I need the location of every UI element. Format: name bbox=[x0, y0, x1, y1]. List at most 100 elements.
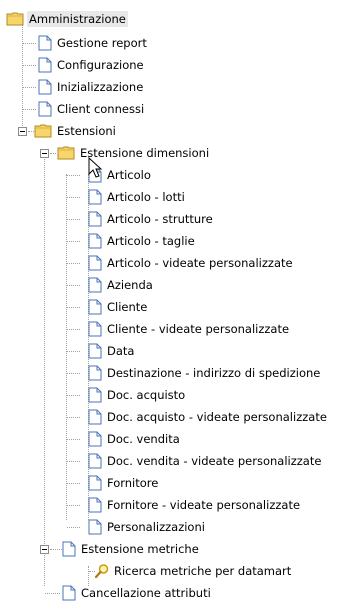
document-icon bbox=[88, 189, 102, 208]
tree-node-label: Cancellazione attributi bbox=[81, 586, 211, 600]
tree-node-label: Articolo - strutture bbox=[107, 212, 213, 226]
tree-node-label: Estensione metriche bbox=[81, 542, 199, 556]
tree-line bbox=[50, 153, 56, 154]
tree-node-label: Ricerca metriche per datamart bbox=[114, 564, 292, 578]
document-icon bbox=[88, 233, 102, 252]
tree-node-articolo-strutture[interactable]: Articolo - strutture bbox=[0, 208, 337, 230]
tree-line bbox=[23, 43, 36, 44]
document-icon bbox=[38, 35, 52, 54]
tree-node-estensioni[interactable]: Estensioni bbox=[0, 120, 337, 142]
document-icon bbox=[88, 255, 102, 274]
tree-node-cliente-videate-personalizzate[interactable]: Cliente - videate personalizzate bbox=[0, 318, 337, 340]
document-icon bbox=[88, 365, 102, 384]
document-icon bbox=[88, 211, 102, 230]
tree-node-gestione-report[interactable]: Gestione report bbox=[0, 32, 337, 54]
tree-node-label: Doc. vendita bbox=[107, 432, 180, 446]
document-icon bbox=[88, 497, 102, 516]
tree-node-label: Azienda bbox=[107, 278, 153, 292]
tree-node-label: Cliente bbox=[107, 300, 148, 314]
tree-node-fornitore-videate[interactable]: Fornitore - videate personalizzate bbox=[0, 494, 337, 516]
tree-line bbox=[67, 417, 80, 418]
document-icon bbox=[62, 585, 76, 604]
tree-line bbox=[50, 549, 62, 550]
tree-node-personalizzazioni[interactable]: Personalizzazioni bbox=[0, 516, 337, 538]
mouse-cursor-icon bbox=[88, 156, 103, 182]
tree-node-ricerca-metriche[interactable]: Ricerca metriche per datamart bbox=[0, 560, 337, 582]
tree-node-azienda[interactable]: Azienda bbox=[0, 274, 337, 296]
tree-node-configurazione[interactable]: Configurazione bbox=[0, 54, 337, 76]
tree-node-estensione-dimensioni[interactable]: Estensione dimensioni bbox=[0, 142, 337, 164]
tree-node-cancellazione-attributi[interactable]: Cancellazione attributi bbox=[0, 582, 337, 604]
document-icon bbox=[88, 321, 102, 340]
tree-line bbox=[67, 307, 80, 308]
tree-line bbox=[67, 505, 80, 506]
tree-node-label: Articolo bbox=[107, 168, 151, 182]
document-icon bbox=[88, 453, 102, 472]
tree-node-label: Destinazione - indirizzo di spedizione bbox=[107, 366, 321, 380]
document-icon bbox=[62, 541, 76, 560]
folder-icon bbox=[57, 145, 75, 163]
document-icon bbox=[88, 387, 102, 406]
document-icon bbox=[88, 519, 102, 538]
tree-node-articolo[interactable]: Articolo bbox=[0, 164, 337, 186]
document-icon bbox=[88, 431, 102, 450]
tree-node-label: Configurazione bbox=[57, 58, 144, 72]
tree-node-cliente[interactable]: Cliente bbox=[0, 296, 337, 318]
tree-line bbox=[67, 329, 80, 330]
tree-line bbox=[67, 197, 80, 198]
tree-node-label: Doc. acquisto - videate personalizzate bbox=[107, 410, 327, 424]
tree-node-destinazione[interactable]: Destinazione - indirizzo di spedizione bbox=[0, 362, 337, 384]
tree-line bbox=[67, 175, 80, 176]
tree-line bbox=[67, 263, 80, 264]
folder-icon bbox=[6, 11, 24, 29]
tree-node-articolo-taglie[interactable]: Articolo - taglie bbox=[0, 230, 337, 252]
tree-node-inizializzazione[interactable]: Inizializzazione bbox=[0, 76, 337, 98]
tree-node-client-connessi[interactable]: Client connessi bbox=[0, 98, 337, 120]
collapse-toggle-icon[interactable] bbox=[40, 545, 49, 554]
tree-node-label: Personalizzazioni bbox=[107, 520, 205, 534]
tree-node-label: Inizializzazione bbox=[57, 80, 144, 94]
tree-line bbox=[23, 109, 36, 110]
tree-line bbox=[67, 527, 80, 528]
document-icon bbox=[88, 475, 102, 494]
tree-node-label: Gestione report bbox=[57, 36, 147, 50]
tree-node-label: Fornitore bbox=[107, 476, 159, 490]
tree-node-data[interactable]: Data bbox=[0, 340, 337, 362]
tree-line bbox=[23, 65, 36, 66]
tree-node-doc-vendita[interactable]: Doc. vendita bbox=[0, 428, 337, 450]
tree-line bbox=[67, 351, 80, 352]
folder-icon bbox=[34, 123, 52, 141]
document-icon bbox=[88, 299, 102, 318]
tree-node-label: Articolo - lotti bbox=[107, 190, 185, 204]
document-icon bbox=[88, 277, 102, 296]
tree-node-amministrazione[interactable]: Amministrazione bbox=[0, 8, 337, 30]
tree-node-doc-acquisto-videate[interactable]: Doc. acquisto - videate personalizzate bbox=[0, 406, 337, 428]
tree-line bbox=[67, 285, 80, 286]
tree-line bbox=[67, 241, 80, 242]
tree-line bbox=[67, 461, 80, 462]
tree-node-articolo-lotti[interactable]: Articolo - lotti bbox=[0, 186, 337, 208]
magnifier-icon bbox=[94, 563, 110, 582]
tree-node-label: Fornitore - videate personalizzate bbox=[107, 498, 301, 512]
tree-node-doc-acquisto[interactable]: Doc. acquisto bbox=[0, 384, 337, 406]
document-icon bbox=[88, 409, 102, 428]
document-icon bbox=[88, 343, 102, 362]
navigation-tree: Amministrazione Gestione report Configur… bbox=[0, 0, 337, 601]
tree-node-doc-vendita-videate[interactable]: Doc. vendita - videate personalizzate bbox=[0, 450, 337, 472]
tree-line bbox=[45, 593, 60, 594]
tree-node-estensione-metriche[interactable]: Estensione metriche bbox=[0, 538, 337, 560]
tree-node-label: Doc. acquisto bbox=[107, 388, 186, 402]
tree-line bbox=[67, 439, 80, 440]
document-icon bbox=[38, 101, 52, 120]
tree-node-label: Amministrazione bbox=[27, 11, 128, 27]
tree-node-articolo-videate-personalizzate[interactable]: Articolo - videate personalizzate bbox=[0, 252, 337, 274]
tree-node-label: Doc. vendita - videate personalizzate bbox=[107, 454, 322, 468]
tree-node-label: Estensioni bbox=[57, 124, 116, 138]
tree-node-fornitore[interactable]: Fornitore bbox=[0, 472, 337, 494]
tree-node-label: Articolo - taglie bbox=[107, 234, 195, 248]
collapse-toggle-icon[interactable] bbox=[40, 149, 49, 158]
tree-line bbox=[67, 373, 80, 374]
collapse-toggle-icon[interactable] bbox=[18, 127, 27, 136]
tree-line bbox=[67, 395, 80, 396]
tree-line bbox=[67, 219, 80, 220]
